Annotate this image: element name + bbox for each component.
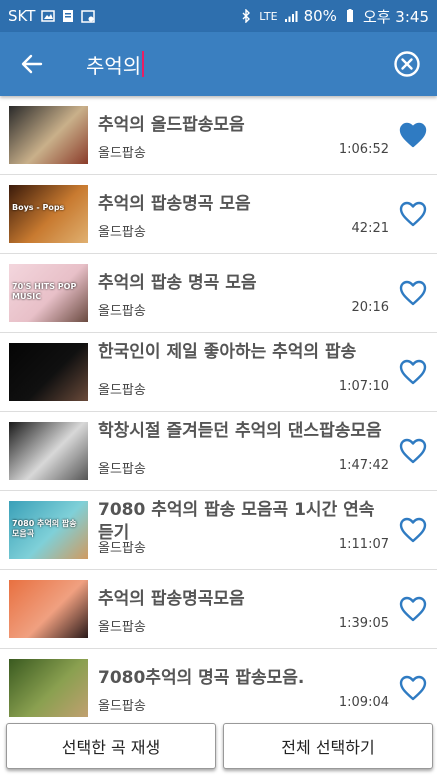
video-thumbnail <box>9 422 88 480</box>
calendar-icon <box>81 10 96 23</box>
battery-percent: 80% <box>303 7 337 25</box>
heart-outline-icon[interactable] <box>399 596 427 622</box>
heart-outline-icon[interactable] <box>399 438 427 464</box>
video-thumbnail <box>9 106 88 164</box>
channel-name: 올드팝송 <box>98 304 146 319</box>
network-label: LTE <box>259 9 278 23</box>
play-selected-button[interactable]: 선택한 곡 재생 <box>6 723 216 769</box>
song-duration: 1:06:52 <box>338 142 389 157</box>
channel-name: 올드팝송 <box>98 146 146 161</box>
video-thumbnail <box>9 659 88 717</box>
thumbnail-caption: 7080 추억의 팝송 모음곡 <box>12 519 77 538</box>
text-caret <box>142 51 145 77</box>
channel-name: 올드팝송 <box>98 620 146 635</box>
channel-name: 올드팝송 <box>98 225 146 240</box>
song-duration: 1:07:10 <box>338 379 389 394</box>
video-thumbnail: 7080 추억의 팝송 모음곡 <box>9 501 88 559</box>
song-row[interactable]: 학창시절 즐겨듣던 추억의 댄스팝송모음올드팝송 1:47:42 <box>0 412 437 491</box>
song-row[interactable]: 7080추억의 명곡 팝송모음. 올드팝송 1:09:04 <box>0 649 437 718</box>
song-duration: 1:09:04 <box>338 695 389 710</box>
heart-outline-icon[interactable] <box>399 675 427 701</box>
clock: 오후 3:45 <box>362 7 429 26</box>
search-query-text: 추억의 <box>86 53 142 78</box>
song-duration: 1:39:05 <box>338 616 389 631</box>
video-thumbnail: Boys - Pops <box>9 185 88 243</box>
song-title: 추억의 팝송 명곡 모음 <box>98 273 257 293</box>
song-duration: 1:47:42 <box>338 458 389 473</box>
search-input[interactable]: 추억의 <box>86 50 145 79</box>
song-list[interactable]: 추억의 올드팝송모음올드팝송 1:06:52 Boys - Pops 추억의 팝송명곡… <box>0 96 437 718</box>
song-row[interactable]: Boys - Pops 추억의 팝송명곡 모음올드팝송 42:21 <box>0 175 437 254</box>
song-duration: 20:16 <box>351 300 389 315</box>
heart-outline-icon[interactable] <box>399 201 427 227</box>
song-title: 한국인이 제일 좋아하는 추억의 팝송 <box>98 342 357 362</box>
channel-name: 올드팝송 <box>98 699 146 714</box>
channel-name: 올드팝송 <box>98 541 146 556</box>
heart-outline-icon[interactable] <box>399 280 427 306</box>
bluetooth-icon <box>242 9 251 23</box>
select-all-button[interactable]: 전체 선택하기 <box>223 723 433 769</box>
song-row[interactable]: 한국인이 제일 좋아하는 추억의 팝송올드팝송 1:07:10 <box>0 333 437 412</box>
song-title: 추억의 올드팝송모음 <box>98 115 245 135</box>
video-thumbnail <box>9 343 88 401</box>
channel-name: 올드팝송 <box>98 383 146 398</box>
song-title: 학창시절 즐겨듣던 추억의 댄스팝송모음 <box>98 421 382 441</box>
video-thumbnail <box>9 580 88 638</box>
thumbnail-caption: Boys - Pops <box>12 203 65 212</box>
heart-outline-icon[interactable] <box>399 359 427 385</box>
search-app-bar: 추억의 <box>0 32 437 96</box>
status-bar: SKT LTE 80% 오후 3:45 <box>0 0 437 32</box>
video-thumbnail: 70'S HITS POP MUSIC <box>9 264 88 322</box>
song-row[interactable]: 70'S HITS POP MUSIC 추억의 팝송 명곡 모음올드팝송 20:16 <box>0 254 437 333</box>
bottom-action-bar: 선택한 곡 재생 전체 선택하기 <box>0 718 437 777</box>
song-title: 7080추억의 명곡 팝송모음. <box>98 668 305 688</box>
channel-name: 올드팝송 <box>98 462 146 477</box>
song-row[interactable]: 7080 추억의 팝송 모음곡 7080 추억의 팝송 모음곡 1시간 연속듣기 올… <box>0 491 437 570</box>
image-icon <box>41 10 56 22</box>
song-row[interactable]: 추억의 팝송명곡모음올드팝송 1:39:05 <box>0 570 437 649</box>
song-title: 추억의 팝송명곡 모음 <box>98 194 251 214</box>
carrier-label: SKT <box>8 7 36 25</box>
heart-outline-icon[interactable] <box>399 517 427 543</box>
clear-search-button[interactable] <box>377 32 437 96</box>
heart-filled-icon[interactable] <box>399 122 427 148</box>
back-button[interactable] <box>0 32 64 96</box>
song-duration: 1:11:07 <box>338 537 389 552</box>
song-row[interactable]: 추억의 올드팝송모음올드팝송 1:06:52 <box>0 96 437 175</box>
song-title: 추억의 팝송명곡모음 <box>98 589 245 609</box>
signal-icon <box>284 11 298 22</box>
song-duration: 42:21 <box>351 221 389 236</box>
close-circle-icon <box>394 51 420 77</box>
document-icon <box>63 10 74 22</box>
arrow-left-icon <box>21 54 43 74</box>
thumbnail-caption: 70'S HITS POP MUSIC <box>12 282 77 301</box>
battery-icon <box>346 9 353 22</box>
